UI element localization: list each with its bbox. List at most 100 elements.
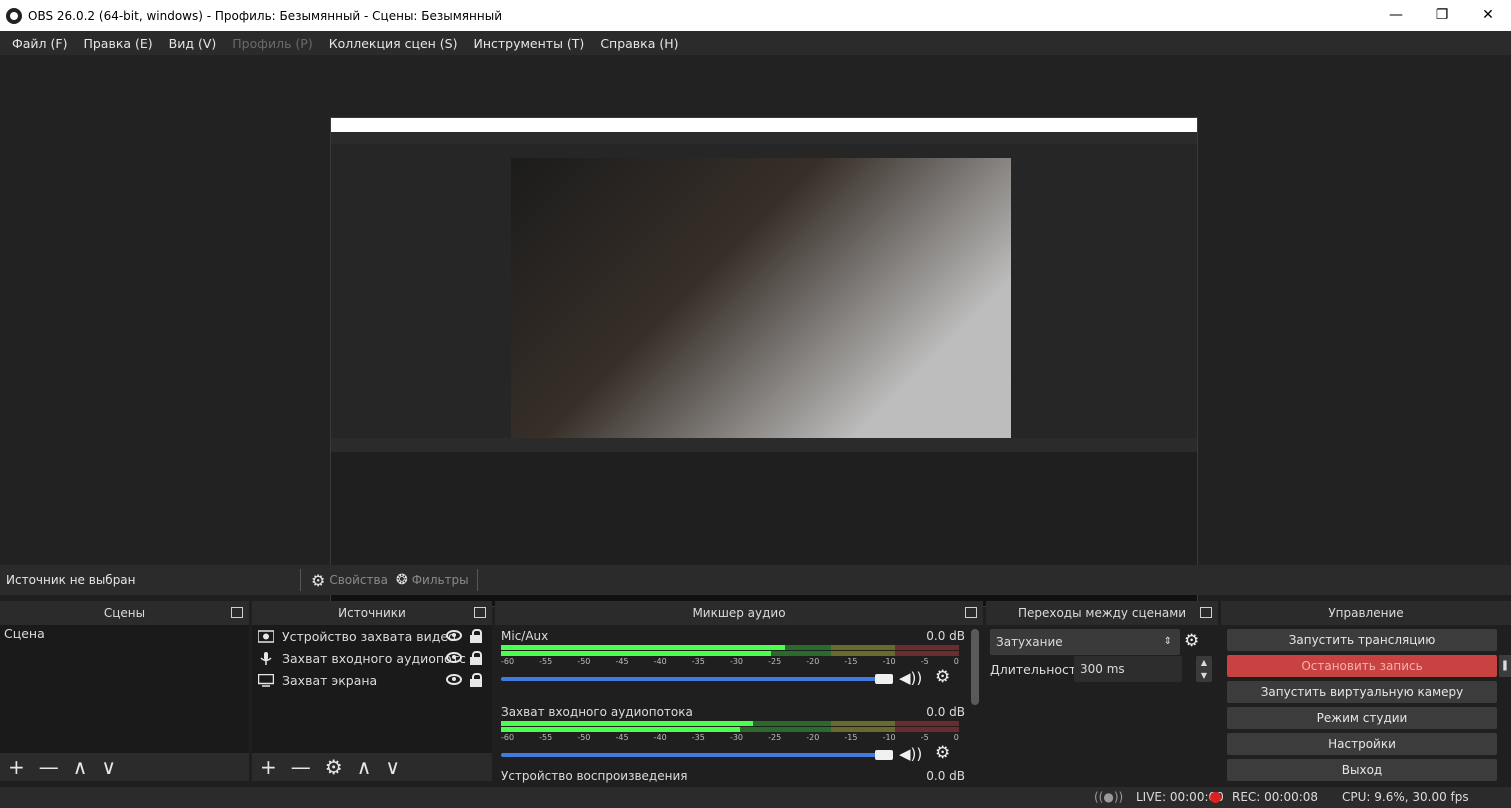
db-tick-label: -20 (806, 733, 820, 742)
transition-selected: Затухание (996, 635, 1063, 649)
duration-value: 300 ms (1080, 662, 1125, 676)
exit-button[interactable]: Выход (1227, 759, 1497, 781)
track-name: Захват входного аудиопотока (501, 705, 693, 719)
undock-icon[interactable] (231, 607, 243, 618)
controls-panel: Управление Запустить трансляцию Останови… (1221, 601, 1511, 787)
menu-file[interactable]: Файл (F) (12, 36, 67, 51)
gear-icon[interactable]: ⚙ (1184, 631, 1199, 651)
visibility-eye-icon[interactable] (446, 674, 462, 685)
transitions-body: Затухание ⇕ ⚙ Длительность 300 ms ▲ ▼ (986, 625, 1218, 761)
nested-screen-capture (330, 117, 1198, 607)
close-button[interactable]: ✕ (1465, 0, 1511, 31)
source-down-button[interactable]: ∨ (385, 755, 400, 779)
db-tick-label: -55 (539, 733, 553, 742)
source-label: Захват экрана (282, 672, 378, 688)
mixer-title: Микшер аудио (692, 606, 786, 620)
remove-source-button[interactable]: — (291, 755, 311, 779)
gear-icon[interactable]: ⚙ (935, 667, 950, 687)
properties-button[interactable]: ⚙ Свойства (311, 571, 388, 590)
db-tick-label: -60 (501, 657, 515, 666)
gear-icon[interactable]: ⚙ (935, 743, 950, 763)
add-source-button[interactable]: + (260, 755, 277, 779)
duration-spinner[interactable]: ▲ ▼ (1196, 656, 1212, 682)
level-meter (501, 651, 959, 656)
sources-panel: Источники Устройство захвата видео Захва… (252, 601, 492, 781)
title-bar: OBS 26.0.2 (64-bit, windows) - Профиль: … (0, 0, 1511, 31)
db-tick-label: -5 (920, 657, 929, 666)
meter-fill (501, 645, 785, 650)
undock-icon[interactable] (965, 607, 977, 618)
remove-scene-button[interactable]: — (39, 755, 59, 779)
sources-list[interactable]: Устройство захвата видео Захват входного… (252, 625, 492, 753)
volume-slider[interactable] (501, 677, 891, 681)
duration-input[interactable]: 300 ms (1074, 656, 1182, 682)
source-settings-button[interactable]: ⚙ (325, 755, 343, 779)
volume-slider-knob[interactable] (875, 750, 893, 760)
db-scale: -60 -55 -50 -45 -40 -35 -30 -25 -20 -15 -10 -5 0 (501, 657, 959, 669)
db-tick-label: -10 (882, 657, 896, 666)
maximize-button[interactable]: ❐ (1419, 0, 1465, 31)
menu-help[interactable]: Справка (H) (600, 36, 678, 51)
add-scene-button[interactable]: + (8, 755, 25, 779)
scene-item[interactable]: Сцена (0, 625, 249, 643)
lock-icon[interactable] (470, 673, 482, 687)
source-up-button[interactable]: ∧ (357, 755, 372, 779)
meter-fill (501, 651, 771, 656)
source-item-video-capture[interactable]: Устройство захвата видео (252, 625, 492, 647)
start-virtual-camera-button[interactable]: Запустить виртуальную камеру (1227, 681, 1497, 703)
scene-up-button[interactable]: ∧ (73, 755, 88, 779)
menu-view[interactable]: Вид (V) (169, 36, 217, 51)
db-tick-label: -20 (806, 657, 820, 666)
toolbar-separator (476, 569, 478, 591)
menu-tools[interactable]: Инструменты (T) (473, 36, 584, 51)
menu-scene-collection[interactable]: Коллекция сцен (S) (329, 36, 458, 51)
studio-mode-button[interactable]: Режим студии (1227, 707, 1497, 729)
sources-footer: + — ⚙ ∧ ∨ (252, 753, 492, 781)
mixer-scrollbar[interactable] (971, 629, 979, 705)
undock-icon[interactable] (1200, 607, 1212, 618)
lock-icon[interactable] (470, 629, 482, 643)
source-toolbar: Источник не выбран ⚙ Свойства ❂ Фильтры (0, 565, 1511, 595)
volume-slider[interactable] (501, 753, 891, 757)
track-name: Mic/Aux (501, 629, 549, 643)
speaker-icon[interactable]: ◀)) (899, 669, 922, 687)
controls-title: Управление (1328, 606, 1404, 620)
source-item-screen-capture[interactable]: Захват экрана (252, 669, 492, 691)
db-tick-label: 0 (953, 733, 959, 742)
stop-recording-button[interactable]: Остановить запись (1227, 655, 1497, 677)
menu-bar: Файл (F) Правка (E) Вид (V) Профиль (P) … (0, 31, 1511, 55)
visibility-eye-icon[interactable] (446, 630, 462, 641)
speaker-icon[interactable]: ◀)) (899, 745, 922, 763)
db-tick-label: -50 (577, 657, 591, 666)
transition-select[interactable]: Затухание ⇕ (990, 629, 1180, 655)
start-stream-button[interactable]: Запустить трансляцию (1227, 629, 1497, 651)
rec-dot-icon (1210, 792, 1221, 803)
scene-down-button[interactable]: ∨ (101, 755, 116, 779)
source-item-audio-input[interactable]: Захват входного аудиопотс (252, 647, 492, 669)
scenes-title: Сцены (103, 606, 146, 620)
undock-icon[interactable] (474, 607, 486, 618)
visibility-eye-icon[interactable] (446, 652, 462, 663)
preview-canvas[interactable] (0, 55, 1511, 607)
db-tick-label: -40 (653, 657, 667, 666)
pause-recording-button[interactable]: ❚ (1499, 655, 1511, 677)
source-label: Захват входного аудиопотс (282, 650, 466, 666)
scenes-panel: Сцены Сцена + — ∧ ∨ (0, 601, 249, 781)
volume-slider-knob[interactable] (875, 674, 893, 684)
filters-button[interactable]: ❂ Фильтры (396, 572, 469, 588)
lock-icon[interactable] (470, 651, 482, 665)
db-tick-label: -15 (844, 657, 858, 666)
scenes-list[interactable]: Сцена (0, 625, 249, 753)
window-controls: — ❐ ✕ (1373, 0, 1511, 31)
nested-source-bar (331, 438, 1197, 452)
settings-button[interactable]: Настройки (1227, 733, 1497, 755)
mixer-track-audio-input: Захват входного аудиопотока 0.0 dB -60 -5… (495, 705, 975, 775)
filters-icon: ❂ (395, 572, 408, 588)
minimize-button[interactable]: — (1373, 0, 1419, 31)
track-db: 0.0 dB (926, 705, 965, 719)
obs-logo-icon (6, 7, 22, 24)
menu-edit[interactable]: Правка (E) (83, 36, 152, 51)
duration-label: Длительность (990, 662, 1084, 677)
monitor-icon (258, 673, 274, 687)
window-title: OBS 26.0.2 (64-bit, windows) - Профиль: … (28, 8, 502, 23)
